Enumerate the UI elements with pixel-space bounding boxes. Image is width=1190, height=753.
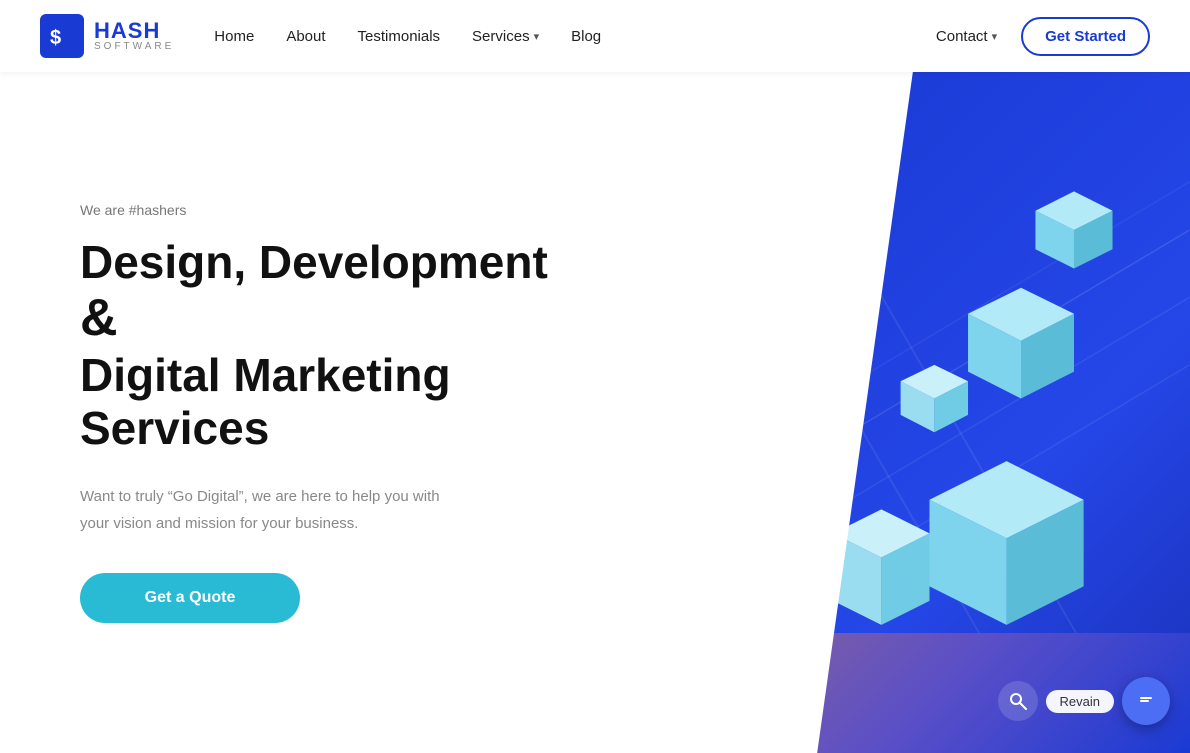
logo-icon: $ [40,14,84,58]
nav-links: Home About Testimonials Services ▾ Blog [214,28,601,45]
hero-title-amp: & [80,289,118,347]
get-started-button[interactable]: Get Started [1021,17,1150,56]
navbar-left: $ HASH SOFTWARE Home About Testimonials … [40,14,601,58]
navbar: $ HASH SOFTWARE Home About Testimonials … [0,0,1190,72]
chat-widget[interactable]: Revain [998,677,1170,725]
contact-chevron-icon: ▾ [992,30,998,43]
revain-search-icon[interactable] [998,681,1038,721]
logo[interactable]: $ HASH SOFTWARE [40,14,174,58]
svg-text:$: $ [50,27,61,49]
hero-left: We are #hashers Design, Development & Di… [0,72,785,753]
revain-label: Revain [1046,690,1114,713]
navbar-right: Contact ▾ Get Started [936,17,1150,56]
nav-home[interactable]: Home [214,28,254,45]
hero-section: We are #hashers Design, Development & Di… [0,72,1190,753]
hero-title-line3: Services [80,402,269,454]
logo-software-text: SOFTWARE [94,42,174,52]
hero-description: Want to truly “Go Digital”, we are here … [80,483,440,537]
chat-bubble-icon[interactable] [1122,677,1170,725]
hero-title: Design, Development & Digital Marketing … [80,236,560,454]
get-quote-button[interactable]: Get a Quote [80,573,300,623]
nav-blog[interactable]: Blog [571,28,601,45]
nav-testimonials[interactable]: Testimonials [358,28,441,45]
logo-hash-text: HASH [94,20,174,42]
services-chevron-icon: ▾ [534,30,540,43]
nav-contact[interactable]: Contact ▾ [936,28,997,45]
nav-services[interactable]: Services ▾ [472,28,539,45]
hero-tagline: We are #hashers [80,202,705,218]
nav-about[interactable]: About [286,28,325,45]
hero-title-line2: Digital Marketing [80,349,451,401]
hero-title-line1: Design, Development [80,236,548,288]
logo-text: HASH SOFTWARE [94,20,174,52]
